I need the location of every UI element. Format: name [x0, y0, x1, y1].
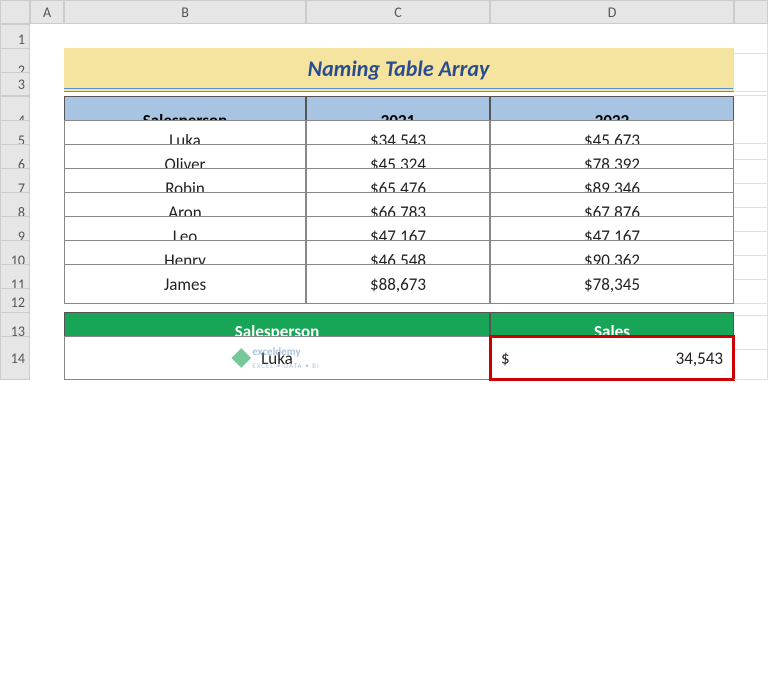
row-header-14[interactable]: 14 — [0, 336, 30, 380]
lookup-result-value: 34,543 — [676, 348, 723, 369]
cell-E14[interactable] — [734, 336, 768, 380]
cell-A3[interactable] — [30, 72, 64, 96]
cell-D3[interactable] — [490, 72, 734, 96]
cell-A14[interactable] — [30, 336, 64, 380]
col-header-B[interactable]: B — [64, 0, 306, 24]
select-all-corner[interactable] — [0, 0, 30, 24]
col-header-C[interactable]: C — [306, 0, 490, 24]
col-header-D[interactable]: D — [490, 0, 734, 24]
currency-symbol: $ — [501, 348, 510, 369]
spreadsheet-grid: A B C D 1 2 Naming Table Array 3 4 Sales… — [0, 0, 768, 360]
lookup-result-cell[interactable]: $ 34,543 — [490, 336, 734, 380]
lookup-name-cell[interactable]: Luka exceldemy EXCEL • DATA • BI — [64, 336, 490, 380]
col-header-E[interactable] — [734, 0, 768, 24]
cell-C3[interactable] — [306, 72, 490, 96]
cell-B3[interactable] — [64, 72, 306, 96]
row-header-3[interactable]: 3 — [0, 72, 30, 96]
col-header-A[interactable]: A — [30, 0, 64, 24]
cell-E3[interactable] — [734, 72, 768, 96]
lookup-name-value: Luka — [261, 348, 293, 369]
watermark-icon — [231, 348, 251, 368]
